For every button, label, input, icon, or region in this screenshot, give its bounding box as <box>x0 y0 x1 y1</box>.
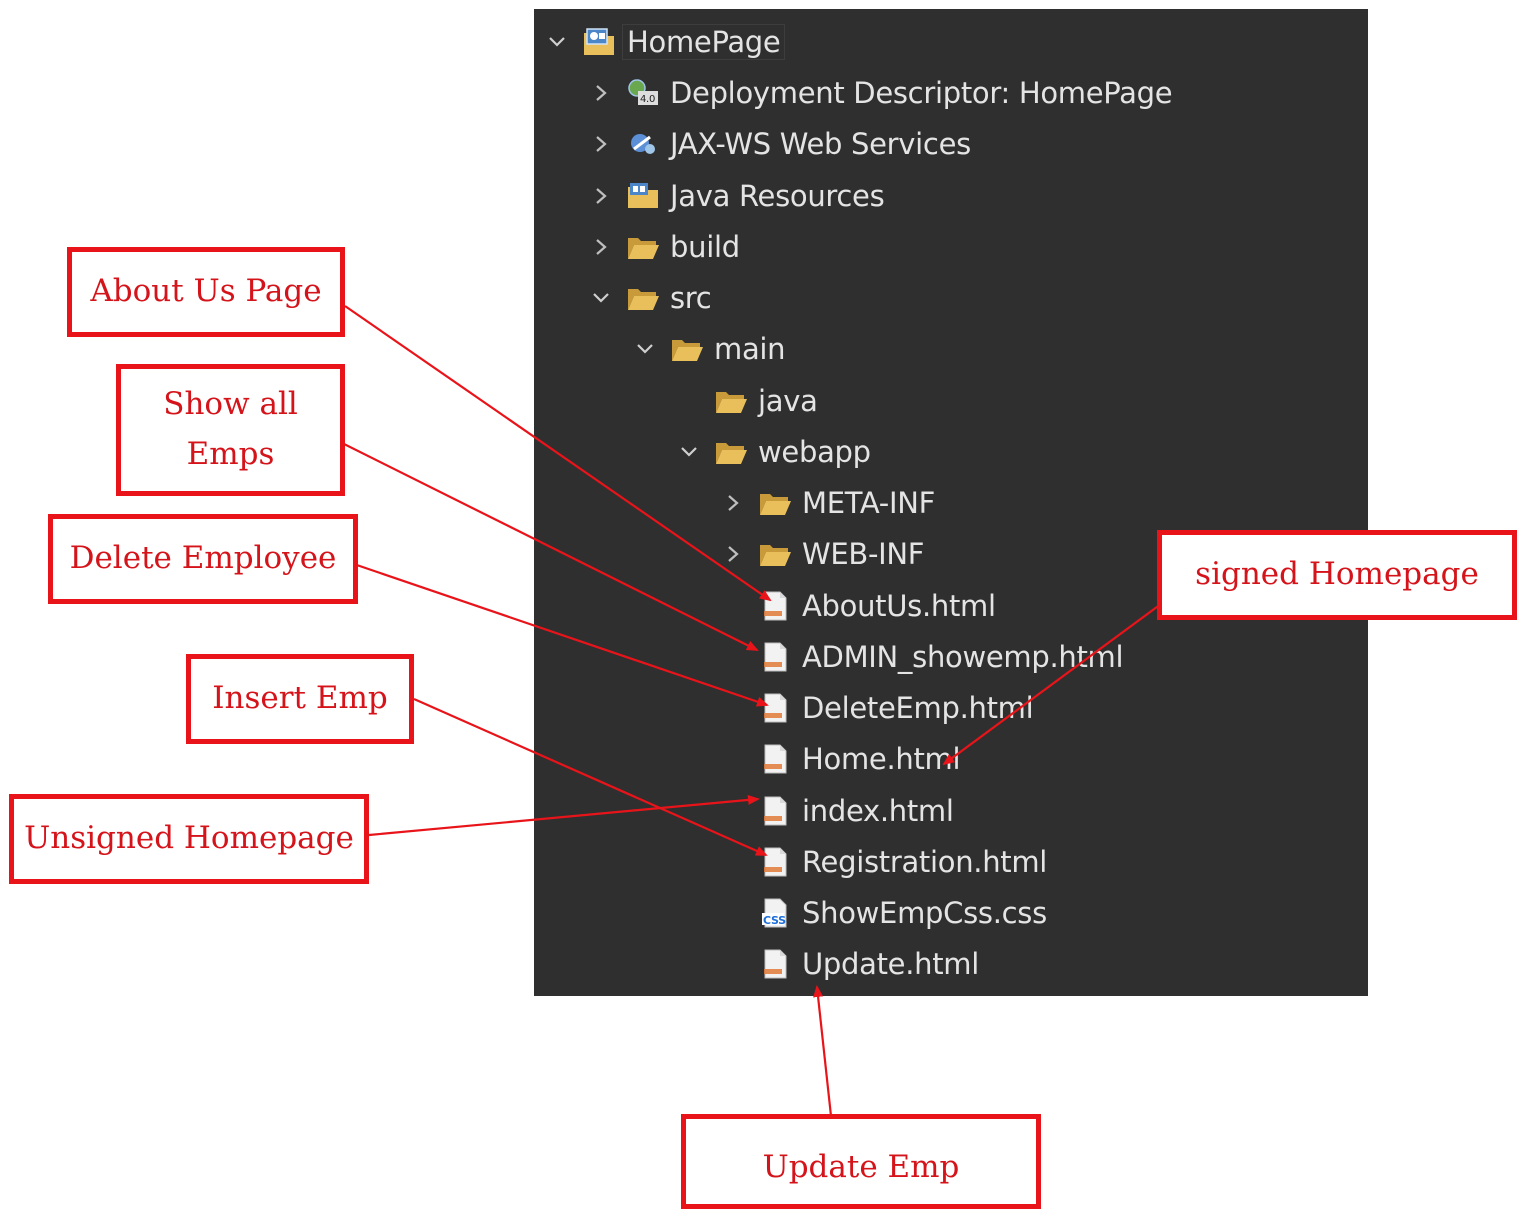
callout-update-text: Update Emp <box>762 1149 960 1185</box>
callout-insert-text: Insert Emp <box>212 680 388 717</box>
arrow-insert <box>413 697 768 857</box>
callout-about-us-text: About Us Page <box>90 273 322 310</box>
arrow-show-all <box>321 432 759 651</box>
callout-update: Update Emp <box>681 1114 1041 1209</box>
callout-delete-text: Delete Employee <box>69 540 337 577</box>
callout-show-all-text: Show all Emps <box>163 386 298 472</box>
callout-show-all: Show all Emps <box>116 364 345 496</box>
arrow-update <box>813 985 833 1117</box>
callout-unsigned-text: Unsigned Homepage <box>24 820 354 857</box>
callout-signed-text: signed Homepage <box>1195 556 1479 593</box>
arrow-signed <box>942 600 1166 766</box>
callout-insert: Insert Emp <box>186 654 414 744</box>
arrow-about-us <box>344 305 772 602</box>
callout-unsigned: Unsigned Homepage <box>9 794 369 884</box>
arrow-unsigned <box>368 794 760 837</box>
callout-delete: Delete Employee <box>48 514 358 604</box>
callout-signed: signed Homepage <box>1157 530 1517 620</box>
callout-about-us: About Us Page <box>67 247 345 337</box>
